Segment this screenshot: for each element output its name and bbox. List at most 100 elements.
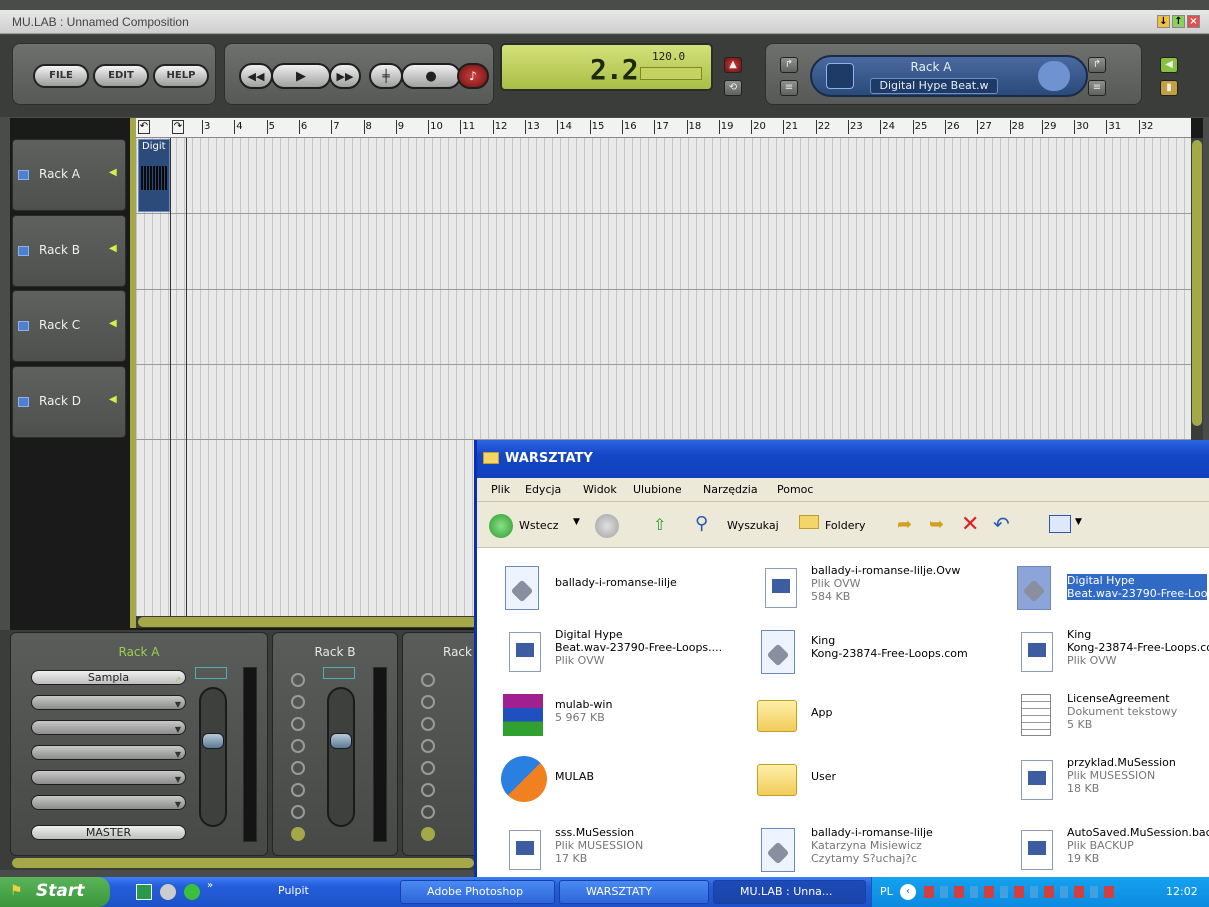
file-item[interactable]: sss.MuSession Plik MUSESSION 17 KB — [487, 816, 737, 880]
route-icon[interactable]: ↱ — [780, 57, 798, 73]
send-knob[interactable] — [291, 805, 305, 819]
folder-item[interactable]: App — [743, 682, 993, 746]
file-item[interactable]: ballady-i-romanse-lilje Katarzyna Misiewi… — [743, 816, 993, 880]
track-splitter[interactable] — [130, 118, 136, 628]
send-knob[interactable] — [291, 739, 305, 753]
menu-plik[interactable]: Plik — [491, 483, 510, 496]
speaker-icon[interactable] — [291, 827, 305, 841]
clock[interactable]: 12:02 — [1166, 885, 1198, 898]
vertical-scroll-thumb[interactable] — [1192, 140, 1202, 426]
taskbar-photoshop[interactable]: Adobe Photoshop — [400, 880, 555, 904]
insert-slot-2[interactable]: ▼ — [31, 695, 186, 710]
menu-edycja[interactable]: Edycja — [525, 483, 561, 496]
speaker-icon[interactable] — [421, 827, 435, 841]
taskbar-warsztaty[interactable]: WARSZTATY — [559, 880, 709, 904]
edit-button[interactable]: EDIT — [93, 64, 149, 88]
menu-narzedzia[interactable]: Narzędzia — [703, 483, 758, 496]
list-icon[interactable]: ≡ — [780, 80, 798, 96]
volume-fader-knob[interactable] — [330, 733, 352, 749]
minimize-icon[interactable]: ↓ — [1157, 15, 1170, 28]
send-knob[interactable] — [421, 805, 435, 819]
track-header-rack-d[interactable]: Rack D ◀ — [12, 366, 126, 438]
copy-to-icon[interactable]: ➥ — [929, 514, 944, 535]
send-knob[interactable] — [291, 717, 305, 731]
file-button[interactable]: FILE — [33, 64, 89, 88]
track-header-rack-a[interactable]: Rack A ◀ — [12, 139, 126, 211]
send-knob[interactable] — [421, 783, 435, 797]
send-knob[interactable] — [291, 695, 305, 709]
menu-ulubione[interactable]: Ulubione — [633, 483, 682, 496]
output-slot[interactable]: MASTER — [31, 825, 186, 840]
send-knob[interactable] — [421, 739, 435, 753]
alert-icon[interactable]: ▲ — [724, 57, 742, 73]
send-knob[interactable] — [421, 761, 435, 775]
file-item[interactable]: MULAB — [487, 746, 737, 810]
punch-button[interactable]: ╪ — [369, 63, 403, 89]
loop-end-icon[interactable]: ↷ — [172, 120, 184, 134]
edit-icon[interactable]: ↗ — [174, 673, 181, 686]
rack-selector[interactable]: Rack A Digital Hype Beat.w — [810, 55, 1088, 97]
file-item[interactable]: Digital Hype Beat.wav-23790-Free-Loops...… — [487, 618, 737, 682]
send-knob[interactable] — [421, 717, 435, 731]
send-knob[interactable] — [421, 695, 435, 709]
quicklaunch-icon[interactable] — [184, 884, 200, 900]
forward-icon[interactable] — [595, 514, 619, 538]
close-icon[interactable]: × — [1187, 15, 1200, 28]
send-knob[interactable] — [421, 673, 435, 687]
loop-icon[interactable]: ⟲ — [724, 80, 742, 96]
insert-slot-4[interactable]: ▼ — [31, 745, 186, 760]
back-dropdown-icon[interactable]: ▼ — [573, 517, 580, 527]
speaker-icon[interactable]: ◀ — [109, 243, 117, 254]
views-dropdown-icon[interactable]: ▼ — [1075, 517, 1082, 527]
file-item-selected[interactable]: Digital Hype Beat.wav-23790-Free-Loo — [999, 554, 1209, 618]
speaker-icon[interactable]: ◀ — [1160, 57, 1178, 73]
insert-slot-5[interactable]: ▼ — [31, 770, 186, 785]
volume-fader[interactable] — [199, 687, 227, 827]
back-icon[interactable] — [489, 514, 513, 538]
file-item[interactable]: LicenseAgreement Dokument tekstowy 5 KB — [999, 682, 1209, 746]
loop-start-icon[interactable]: ↶ — [138, 120, 150, 134]
audio-clip[interactable]: Digit — [138, 139, 170, 212]
quicklaunch-icon[interactable] — [160, 884, 176, 900]
insert-slot-3[interactable]: ▼ — [31, 720, 186, 735]
folders-button[interactable]: Foldery — [825, 519, 866, 532]
list-icon-right[interactable]: ≡ — [1088, 80, 1106, 96]
file-item[interactable]: ballady-i-romanse-lilje — [487, 554, 737, 618]
record-button[interactable]: ● — [401, 63, 461, 89]
forward-button[interactable]: ▶▶ — [329, 63, 361, 89]
file-item[interactable]: King Kong-23874-Free-Loops.co Plik OVW — [999, 618, 1209, 682]
insert-slot-6[interactable]: ▼ — [31, 795, 186, 810]
maximize-icon[interactable]: ↑ — [1172, 15, 1185, 28]
speaker-icon[interactable]: ◀ — [109, 167, 117, 178]
volume-fader[interactable] — [327, 687, 355, 827]
file-item[interactable]: przyklad.MuSession Plik MUSESSION 18 KB — [999, 746, 1209, 810]
meter-icon[interactable]: ▮ — [1160, 80, 1178, 96]
undo-icon[interactable]: ↶ — [993, 512, 1010, 536]
folder-item[interactable]: User — [743, 746, 993, 810]
taskbar-pulpit[interactable]: Pulpit — [252, 880, 392, 904]
file-item[interactable]: King Kong-23874-Free-Loops.com — [743, 618, 993, 682]
chevron-icon[interactable]: » — [207, 880, 213, 891]
up-folder-icon[interactable]: ⇧ — [653, 515, 666, 534]
file-item[interactable]: mulab-win 5 967 KB — [487, 682, 737, 746]
dropdown-icon[interactable]: ▼ — [175, 798, 181, 811]
tray-expand-icon[interactable]: ‹ — [900, 884, 916, 900]
dropdown-icon[interactable]: ▼ — [175, 773, 181, 786]
send-knob[interactable] — [291, 761, 305, 775]
play-button[interactable]: ▶ — [271, 63, 331, 89]
insert-slot-1[interactable]: Sampla ↗ — [31, 670, 186, 685]
views-icon[interactable] — [1049, 515, 1071, 533]
send-knob[interactable] — [291, 783, 305, 797]
dropdown-icon[interactable]: ▼ — [175, 698, 181, 711]
start-button[interactable]: ⚑ Start — [0, 877, 110, 907]
horizontal-scroll-thumb[interactable] — [138, 617, 478, 627]
help-button[interactable]: HELP — [153, 64, 209, 88]
search-icon[interactable]: ⚲ — [695, 513, 708, 534]
file-item[interactable]: AutoSaved.MuSession.bac Plik BACKUP 19 KB — [999, 816, 1209, 880]
rack-sample-name[interactable]: Digital Hype Beat.w — [870, 78, 998, 94]
track-header-rack-b[interactable]: Rack B ◀ — [12, 215, 126, 287]
tempo-readout[interactable]: 120.0 — [652, 50, 685, 63]
quicklaunch-icon[interactable] — [136, 884, 152, 900]
speaker-icon[interactable]: ◀ — [109, 394, 117, 405]
language-indicator[interactable]: PL — [880, 885, 893, 898]
